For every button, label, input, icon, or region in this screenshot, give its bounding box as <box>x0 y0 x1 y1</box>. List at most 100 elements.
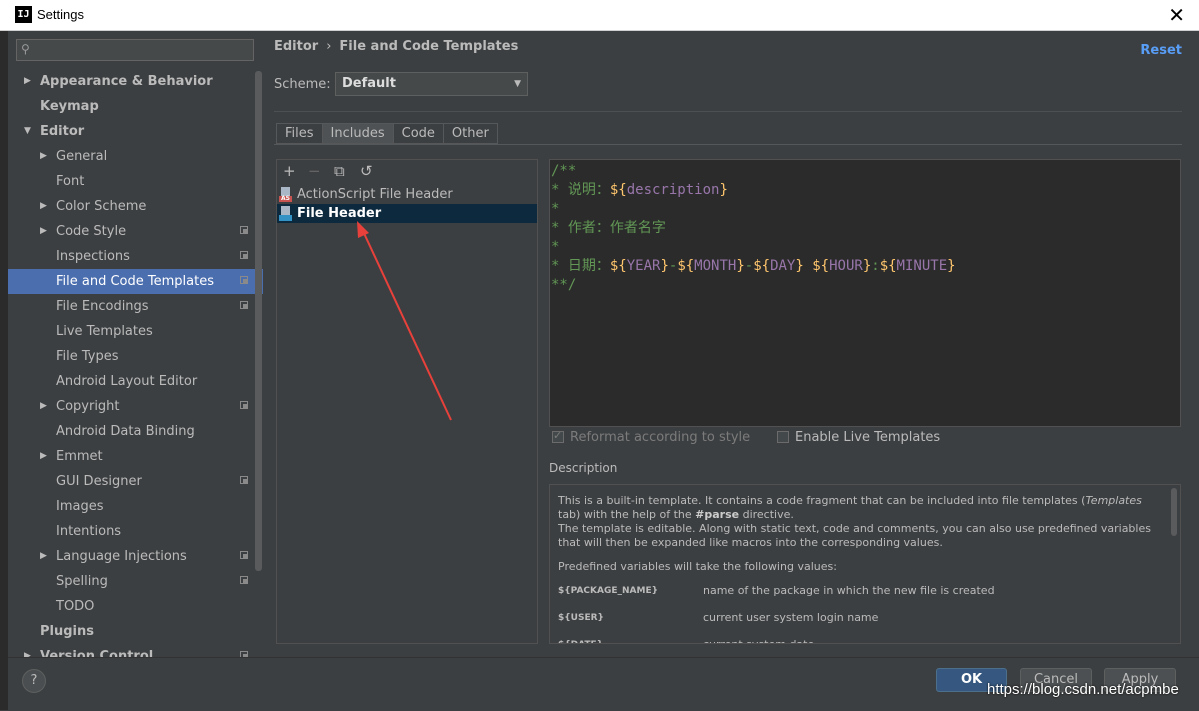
template-list-item[interactable]: File Header <box>277 204 537 223</box>
code-token: * 作者：作者名字 <box>551 220 666 236</box>
copy-icon[interactable]: ⧉ <box>334 162 345 180</box>
code-token: } <box>947 258 956 274</box>
sidebar-item-label: Emmet <box>56 449 103 464</box>
reset-link[interactable]: Reset <box>1140 43 1182 58</box>
predefined-variable-row: ${PACKAGE_NAME} name of the package in wh… <box>558 584 1160 598</box>
scheme-value: Default <box>342 76 396 91</box>
revert-icon[interactable]: ↺ <box>360 162 373 180</box>
tab-files[interactable]: Files <box>276 123 322 144</box>
sidebar-item-label: File and Code Templates <box>56 274 214 289</box>
template-list-item[interactable]: AS ActionScript File Header <box>277 185 537 204</box>
breadcrumb-parent[interactable]: Editor <box>274 39 318 54</box>
code-token: ${ <box>677 258 695 274</box>
variable-description: name of the package in which the new fil… <box>703 584 995 597</box>
breadcrumb-current: File and Code Templates <box>339 39 519 54</box>
sidebar-item-plugins[interactable]: Plugins <box>8 619 263 644</box>
sidebar-item-android-layout-editor[interactable]: Android Layout Editor <box>8 369 263 394</box>
variable-name: ${DATE} <box>558 638 703 643</box>
project-scope-icon <box>240 276 248 284</box>
chevron-right-icon[interactable]: ▶ <box>40 394 47 419</box>
sidebar-item-label: Plugins <box>40 624 94 639</box>
sidebar-item-file-and-code-templates[interactable]: File and Code Templates <box>8 269 263 294</box>
sidebar-item-todo[interactable]: TODO <box>8 594 263 619</box>
sidebar-item-file-types[interactable]: File Types <box>8 344 263 369</box>
variable-description: current system date <box>703 638 814 643</box>
template-code-editor[interactable]: /** * 说明：${description} * * 作者：作者名字 * * 日期：${… <box>549 159 1181 427</box>
sidebar-item-appearance-behavior[interactable]: ▶ Appearance & Behavior <box>8 69 263 94</box>
sidebar-item-intentions[interactable]: Intentions <box>8 519 263 544</box>
sidebar-item-version-control[interactable]: ▶ Version Control <box>8 644 263 657</box>
sidebar-item-font[interactable]: Font <box>8 169 263 194</box>
sidebar-item-label: Inspections <box>56 249 130 264</box>
code-line: * <box>551 200 1180 219</box>
live-templates-checkbox[interactable] <box>777 431 789 443</box>
sidebar-item-gui-designer[interactable]: GUI Designer <box>8 469 263 494</box>
chevron-right-icon[interactable]: ▶ <box>40 444 47 469</box>
sidebar-item-general[interactable]: ▶ General <box>8 144 263 169</box>
project-scope-icon <box>240 401 248 409</box>
sidebar-item-code-style[interactable]: ▶ Code Style <box>8 219 263 244</box>
desc-text: tab) with the help of the <box>558 508 696 521</box>
window-titlebar: IJ Settings ✕ <box>0 0 1199 31</box>
code-line: * 作者：作者名字 <box>551 219 1180 238</box>
scheme-select[interactable]: Default ▼ <box>335 72 528 96</box>
search-input[interactable]: ⚲ <box>16 39 254 61</box>
tab-code[interactable]: Code <box>392 123 443 144</box>
help-button[interactable]: ? <box>22 669 46 693</box>
sidebar-scrollbar[interactable] <box>255 71 262 571</box>
sidebar-item-label: TODO <box>56 599 95 614</box>
template-tabs: Files Includes Code Other <box>276 123 498 144</box>
chevron-right-icon[interactable]: ▶ <box>40 194 47 219</box>
remove-icon[interactable]: − <box>308 162 321 180</box>
breadcrumb: Editor › File and Code Templates <box>274 39 518 54</box>
sidebar-item-images[interactable]: Images <box>8 494 263 519</box>
sidebar-item-copyright[interactable]: ▶ Copyright <box>8 394 263 419</box>
code-token: } <box>862 258 872 274</box>
sidebar-item-language-injections[interactable]: ▶ Language Injections <box>8 544 263 569</box>
reformat-checkbox[interactable] <box>552 429 564 443</box>
sidebar-item-label: Intentions <box>56 524 122 539</box>
sidebar-item-label: General <box>56 149 108 164</box>
description-scrollbar[interactable] <box>1171 488 1177 536</box>
project-scope-icon <box>240 551 248 559</box>
file-template-icon <box>279 206 292 221</box>
project-scope-icon <box>240 226 248 234</box>
watermark: https://blog.csdn.net/acpmbe <box>987 681 1179 698</box>
sidebar-item-color-scheme[interactable]: ▶ Color Scheme <box>8 194 263 219</box>
tab-other[interactable]: Other <box>442 123 498 144</box>
reformat-option[interactable]: Reformat according to style <box>552 429 750 445</box>
search-icon: ⚲ <box>21 42 30 56</box>
code-token: } <box>660 258 669 274</box>
code-token: ${ <box>753 258 771 274</box>
chevron-right-icon[interactable]: ▶ <box>40 544 47 569</box>
code-token: * 说明： <box>551 182 610 198</box>
chevron-right-icon[interactable]: ▶ <box>40 144 47 169</box>
background-window-strip <box>0 31 8 710</box>
sidebar-item-label: Color Scheme <box>56 199 147 214</box>
sidebar-item-file-encodings[interactable]: File Encodings <box>8 294 263 319</box>
sidebar-item-spelling[interactable]: Spelling <box>8 569 263 594</box>
live-templates-option[interactable]: Enable Live Templates <box>777 430 940 445</box>
sidebar-item-android-data-binding[interactable]: Android Data Binding <box>8 419 263 444</box>
sidebar-item-editor[interactable]: ▼ Editor <box>8 119 263 144</box>
sidebar-item-keymap[interactable]: Keymap <box>8 94 263 119</box>
chevron-right-icon[interactable]: ▶ <box>24 644 31 657</box>
sidebar-item-label: Copyright <box>56 399 120 414</box>
code-line: * <box>551 238 1180 257</box>
code-token: } <box>736 258 745 274</box>
template-variable: MINUTE <box>896 258 948 274</box>
chevron-right-icon[interactable]: ▶ <box>40 219 47 244</box>
project-scope-icon <box>240 251 248 259</box>
chevron-down-icon[interactable]: ▼ <box>24 119 31 144</box>
code-token: /** <box>551 163 577 179</box>
sidebar-item-live-templates[interactable]: Live Templates <box>8 319 263 344</box>
sidebar-item-inspections[interactable]: Inspections <box>8 244 263 269</box>
code-token: ${ <box>812 258 830 274</box>
close-icon[interactable]: ✕ <box>1168 3 1185 27</box>
tab-includes[interactable]: Includes <box>321 123 393 144</box>
chevron-right-icon[interactable]: ▶ <box>24 69 31 94</box>
description-vars-intro: Predefined variables will take the follo… <box>558 560 837 573</box>
sidebar-item-emmet[interactable]: ▶ Emmet <box>8 444 263 469</box>
tab-divider <box>274 144 1182 145</box>
add-icon[interactable]: + <box>283 162 296 180</box>
